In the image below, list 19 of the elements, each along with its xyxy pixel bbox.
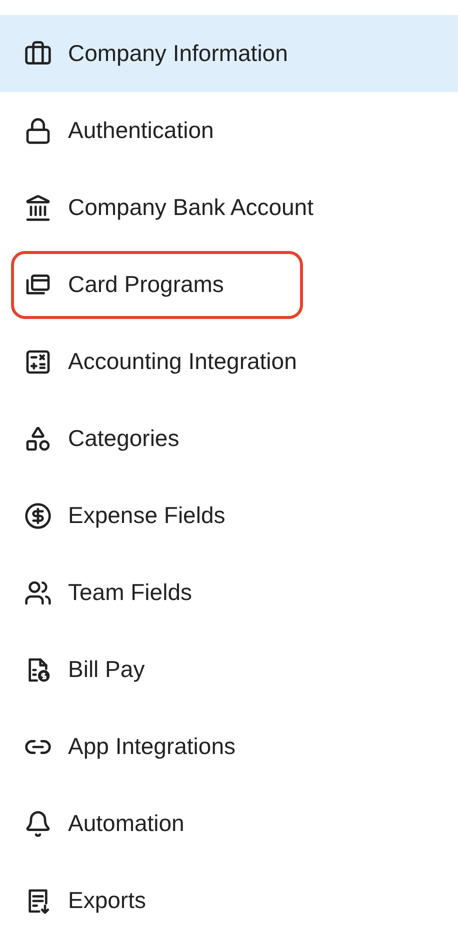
menu-item[interactable]: Card Programs	[11, 250, 303, 318]
bell-icon	[24, 810, 52, 838]
lock-icon	[24, 116, 52, 144]
shapes-icon	[24, 424, 52, 452]
menu-item[interactable]: Accounting Integration	[11, 328, 316, 396]
people-icon	[24, 578, 52, 606]
menu-item[interactable]: Automation	[11, 790, 204, 858]
menu-item[interactable]: Bill Pay	[11, 636, 164, 704]
menu-item[interactable]: Categories	[11, 404, 198, 472]
menu-item[interactable]: Authentication	[11, 96, 233, 164]
menu-item[interactable]: Company Bank Account	[11, 174, 332, 242]
calculator-icon	[24, 348, 52, 376]
briefcase-icon	[24, 40, 52, 68]
menu-item[interactable]: Expense Fields	[11, 482, 244, 550]
menu-item[interactable]: Team Fields	[11, 558, 211, 626]
dollar-circle-icon	[24, 502, 52, 530]
bank-icon	[24, 194, 52, 222]
menu-item[interactable]: Exports	[11, 866, 165, 928]
menu-item[interactable]: App Integrations	[11, 712, 255, 780]
